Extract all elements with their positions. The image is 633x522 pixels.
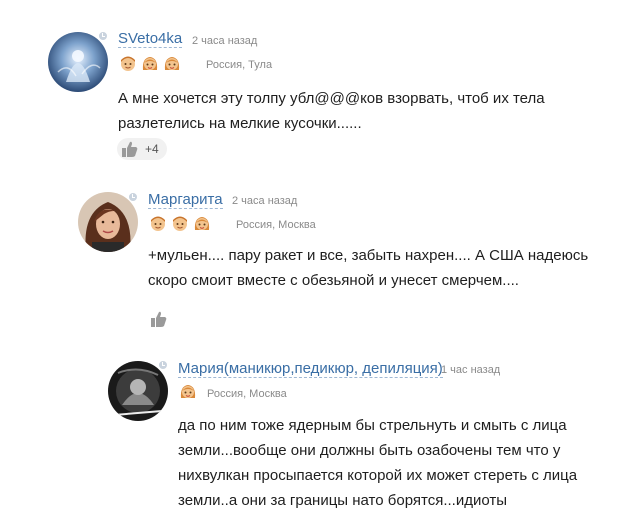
comment-text: +мульен.... пару ракет и все, забыть нах… — [148, 243, 588, 293]
comment-text: А мне хочется эту толпу убл@@@ков взорва… — [118, 86, 545, 136]
comment-text-line: +мульен.... пару ракет и все, забыть нах… — [148, 247, 589, 264]
location: Россия, Москва — [207, 388, 287, 400]
comment-text-line: да по ним тоже ядерным бы стрельнуть и с… — [178, 417, 567, 434]
girl-face-icon[interactable] — [164, 54, 180, 72]
author-name[interactable]: Маргарита — [148, 191, 223, 209]
boy-face-icon[interactable] — [172, 214, 188, 232]
comment-text: да по ним тоже ядерным бы стрельнуть и с… — [178, 413, 577, 513]
boy-face-icon[interactable] — [150, 214, 166, 232]
online-status-icon — [128, 192, 138, 202]
comment-text-line: земли..а они за границы нато борятся...и… — [178, 492, 507, 509]
achievement-badges — [120, 54, 180, 72]
author-name[interactable]: Мария(маникюр,педикюр, депиляция) — [178, 360, 443, 378]
like-button[interactable] — [146, 308, 176, 330]
comment-text-line: скоро смоит вместе с обезьяной и унесет … — [148, 272, 519, 289]
timestamp: 2 часа назад — [192, 35, 258, 47]
comment-text-line: земли...вообще они должны быть озабочены… — [178, 442, 561, 459]
location: Россия, Тула — [206, 59, 273, 71]
girl-face-icon[interactable] — [180, 382, 196, 400]
achievement-badges — [180, 382, 196, 400]
author-name[interactable]: SVeto4ka — [118, 30, 183, 48]
location: Россия, Москва — [236, 219, 316, 231]
online-status-icon — [98, 31, 108, 41]
timestamp: 1 час назад — [441, 364, 501, 376]
achievement-badges — [150, 214, 210, 232]
avatar[interactable] — [108, 361, 168, 421]
avatar[interactable] — [48, 32, 108, 92]
thumbs-up-icon — [122, 141, 138, 157]
girl-face-icon[interactable] — [142, 54, 158, 72]
like-button[interactable]: +4 — [117, 138, 167, 160]
comment-text-line: нихвулкан просыпается которой их может с… — [178, 467, 578, 484]
online-status-icon — [158, 360, 168, 370]
comment-1: SVeto4ka 2 часа назад Россия, Тула А мне… — [0, 0, 633, 170]
comment-2: Маргарита 2 часа назад Россия, Москва +м… — [0, 170, 633, 345]
thumbs-up-icon — [151, 311, 167, 327]
comment-3: Мария(маникюр,педикюр, депиляция) 1 час … — [0, 345, 633, 522]
boy-face-icon[interactable] — [120, 54, 136, 72]
comment-text-line: А мне хочется эту толпу убл@@@ков взорва… — [118, 90, 545, 107]
timestamp: 2 часа назад — [232, 195, 298, 207]
comment-text-line: разлетелись на мелкие кусочки...... — [118, 115, 362, 132]
girl-face-icon[interactable] — [194, 214, 210, 232]
like-count: +4 — [145, 142, 159, 156]
